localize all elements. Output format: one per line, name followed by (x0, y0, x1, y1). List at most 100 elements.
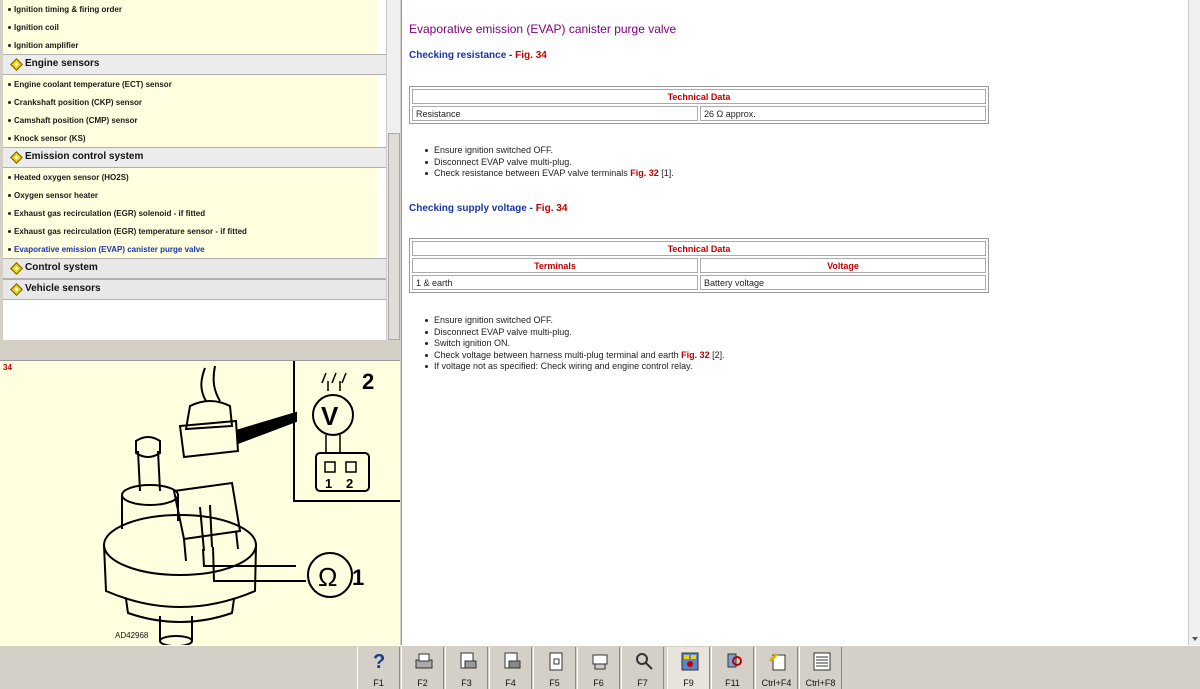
technical-data-table-resistance: Technical Data Resistance 26 Ω approx. (409, 86, 989, 124)
nav-item[interactable]: Ignition coil (3, 18, 377, 36)
f5-button[interactable]: F5 (533, 647, 576, 689)
button-label: F7 (637, 678, 648, 688)
left-pane: Ignition timing & firing order Ignition … (0, 0, 400, 646)
list-item: Check voltage between harness multi-plug… (425, 349, 725, 362)
connector-icon (592, 654, 608, 670)
f2-print-button[interactable]: F2 (401, 647, 444, 689)
category-label: Engine sensors (25, 58, 100, 69)
button-label: F5 (549, 678, 560, 688)
button-label: F9 (683, 678, 694, 688)
category-label: Control system (25, 262, 98, 273)
step-text: Ensure ignition switched OFF. (434, 145, 554, 155)
table-row: Resistance 26 Ω approx. (412, 106, 986, 121)
list-item: Disconnect EVAP valve multi-plug. (425, 157, 674, 169)
nav-item[interactable]: Ignition amplifier (3, 36, 377, 54)
step-text: Switch ignition ON. (434, 338, 511, 348)
nav-item[interactable]: Exhaust gas recirculation (EGR) solenoid… (3, 204, 377, 222)
button-label: F4 (505, 678, 516, 688)
section-label: Checking supply voltage (409, 203, 527, 214)
nav-item[interactable]: Exhaust gas recirculation (EGR) temperat… (3, 222, 377, 240)
emission-control-items: Heated oxygen sensor (HO2S) Oxygen senso… (3, 168, 377, 258)
nav-item[interactable]: Crankshaft position (CKP) sensor (3, 93, 377, 111)
pin-1-label: 1 (325, 476, 332, 491)
category-diamond-icon (10, 262, 23, 275)
section-label: Checking resistance (409, 50, 507, 61)
ctrl-f8-button[interactable]: Ctrl+F8 (799, 647, 842, 689)
button-label: F3 (461, 678, 472, 688)
scroll-down-arrow-icon[interactable] (1192, 637, 1198, 641)
f1-help-button[interactable]: ? F1 (357, 647, 400, 689)
nav-item[interactable]: Engine coolant temperature (ECT) sensor (3, 75, 377, 93)
nav-item[interactable]: Camshaft position (CMP) sensor (3, 111, 377, 129)
figure-link[interactable]: Fig. 32 (630, 168, 659, 178)
pin-2-label: 2 (346, 476, 353, 491)
button-label: Ctrl+F4 (761, 678, 792, 688)
button-label: F11 (725, 678, 740, 688)
category-label: Emission control system (25, 151, 144, 162)
nav-item-active[interactable]: Evaporative emission (EVAP) canister pur… (3, 240, 377, 258)
callout-1: 1 (352, 565, 364, 590)
column-header-terminals: Terminals (412, 258, 698, 273)
f6-button[interactable]: F6 (577, 647, 620, 689)
step-text: Ensure ignition switched OFF. (434, 315, 554, 325)
list-item: Ensure ignition switched OFF. (425, 315, 725, 327)
table-cell: Battery voltage (700, 275, 986, 290)
figure-link[interactable]: Fig. 34 (515, 50, 547, 61)
f3-button[interactable]: F3 (445, 647, 488, 689)
figure-panel: 34 2 1 V Ω 1 2 AD42968 (0, 360, 400, 646)
svg-text:?: ? (373, 651, 385, 673)
printer-icon (415, 653, 433, 669)
figure-link[interactable]: Fig. 32 (681, 350, 710, 360)
category-label: Vehicle sensors (25, 283, 101, 294)
nav-item[interactable]: Heated oxygen sensor (HO2S) (3, 168, 377, 186)
technical-data-table-voltage: Technical Data Terminals Voltage 1 & ear… (409, 238, 989, 293)
category-diamond-icon (10, 58, 23, 71)
voltmeter-label: V (321, 401, 339, 431)
step-text: [2]. (709, 349, 725, 360)
step-text: If voltage not as specified: Check wirin… (434, 361, 693, 371)
content-pane: Evaporative emission (EVAP) canister pur… (401, 0, 1200, 645)
ctrl-f4-button[interactable]: Ctrl+F4 (755, 647, 798, 689)
steps-list-voltage: Ensure ignition switched OFF. Disconnect… (425, 315, 725, 373)
navigation-tree: Ignition timing & firing order Ignition … (3, 0, 386, 340)
figure-code: AD42968 (115, 631, 149, 640)
print-doc-icon (504, 652, 521, 669)
category-engine-sensors[interactable]: Engine sensors (3, 54, 386, 75)
nav-item[interactable]: Ignition timing & firing order (3, 0, 377, 18)
evap-valve-diagram: 2 1 V Ω 1 2 (103, 361, 400, 646)
button-label: F2 (417, 678, 428, 688)
help-icon: ? (373, 651, 385, 673)
category-diamond-icon (10, 151, 23, 164)
step-text: [1]. (658, 168, 674, 178)
table-cell: Resistance (412, 106, 698, 121)
magnifier-icon (636, 653, 653, 670)
button-label: F1 (373, 678, 384, 688)
category-control-system[interactable]: Control system (3, 258, 386, 279)
section-separator: - (526, 203, 536, 214)
figure-link[interactable]: Fig. 34 (536, 203, 568, 214)
scrollbar-thumb[interactable] (388, 133, 400, 340)
step-text: Check voltage between harness multi-plug… (434, 349, 682, 360)
table-row: 1 & earth Battery voltage (412, 275, 986, 290)
f9-button[interactable]: F9 (667, 647, 710, 689)
list-item: Disconnect EVAP valve multi-plug. (425, 326, 725, 339)
f4-button[interactable]: F4 (489, 647, 532, 689)
category-diamond-icon (10, 283, 23, 296)
callout-2: 2 (362, 369, 374, 394)
step-text: Disconnect EVAP valve multi-plug. (434, 326, 572, 337)
steps-list-resistance: Ensure ignition switched OFF. Disconnect… (425, 145, 674, 180)
ohmmeter-label: Ω (318, 562, 337, 592)
category-emission-control[interactable]: Emission control system (3, 147, 386, 168)
category-vehicle-sensors[interactable]: Vehicle sensors (3, 279, 386, 300)
table-header: Technical Data (412, 89, 986, 104)
step-text: Check resistance between EVAP valve term… (434, 168, 631, 178)
tree-scrollbar[interactable] (386, 0, 400, 340)
nav-item[interactable]: Oxygen sensor heater (3, 186, 377, 204)
list-item: Ensure ignition switched OFF. (425, 145, 674, 157)
content-scrollbar[interactable] (1188, 0, 1200, 645)
f11-button[interactable]: F11 (711, 647, 754, 689)
f7-button[interactable]: F7 (621, 647, 664, 689)
diagram-icon (681, 652, 699, 671)
list-icon (813, 652, 831, 671)
nav-item[interactable]: Knock sensor (KS) (3, 129, 377, 147)
